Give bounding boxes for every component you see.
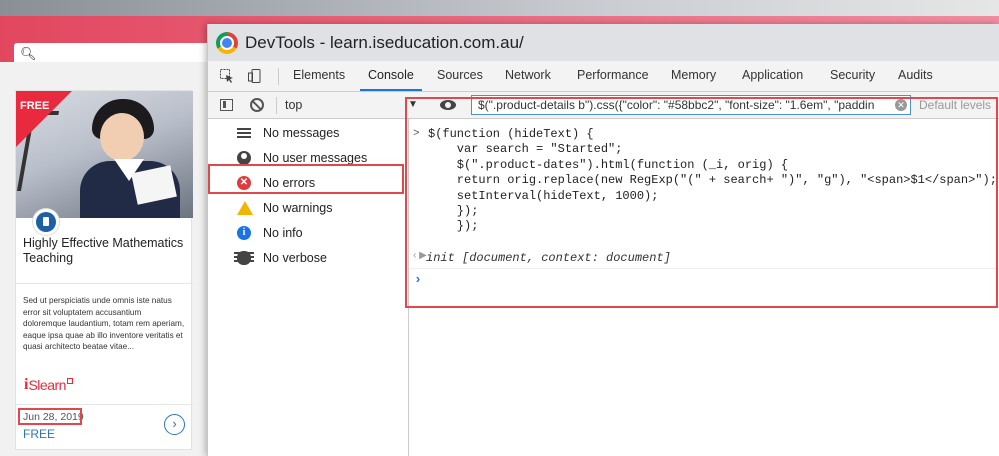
sidebar-toggle-icon[interactable]	[220, 99, 233, 111]
window-title: DevTools - learn.iseducation.com.au/	[245, 33, 524, 52]
user-icon	[237, 151, 251, 165]
sidebar-item-label: No info	[263, 226, 303, 240]
course-card[interactable]: FREE Highly Effective Mathematics Teachi…	[15, 90, 193, 450]
sidebar-item-label: No user messages	[263, 151, 368, 165]
devtools-titlebar: DevTools - learn.iseducation.com.au/	[208, 24, 999, 61]
bug-icon	[234, 251, 254, 265]
document-icon	[36, 212, 56, 232]
tab-security[interactable]: Security	[830, 68, 875, 82]
sidebar-item-warnings[interactable]: No warnings	[208, 196, 409, 221]
info-icon: i	[237, 226, 251, 240]
context-selector[interactable]: top	[285, 98, 302, 112]
active-tab-indicator	[360, 89, 422, 91]
console-highlight-box	[405, 97, 998, 308]
logo-text: Slearn	[28, 377, 66, 393]
clear-console-icon[interactable]	[250, 98, 264, 112]
warning-icon	[237, 201, 253, 215]
browser-top-band	[0, 0, 999, 16]
course-title[interactable]: Highly Effective Mathematics Teaching	[23, 236, 188, 266]
sidebar-item-label: No verbose	[263, 251, 327, 265]
course-image: FREE	[16, 91, 193, 218]
course-badge-icon	[33, 209, 59, 235]
sidebar-item-verbose[interactable]: No verbose	[208, 246, 409, 271]
inspect-element-icon[interactable]	[220, 69, 234, 83]
screenshot: 🔍︎ FREE Highly Effective Mathematics Tea…	[0, 0, 999, 456]
tab-console[interactable]: Console	[368, 68, 414, 82]
ribbon-label: FREE	[20, 100, 50, 112]
tab-audits[interactable]: Audits	[898, 68, 933, 82]
sidebar-item-info[interactable]: i No info	[208, 221, 409, 246]
divider	[16, 283, 193, 284]
tab-memory[interactable]: Memory	[671, 68, 716, 82]
separator	[278, 68, 279, 85]
sidebar-item-messages[interactable]: No messages	[208, 121, 409, 146]
separator	[276, 97, 277, 114]
tab-network[interactable]: Network	[505, 68, 551, 82]
chevron-right-icon[interactable]: ›	[164, 414, 185, 435]
console-sidebar: No messages No user messages ✕ No errors…	[208, 119, 409, 456]
date-highlight-box	[18, 408, 82, 425]
chrome-icon	[216, 32, 238, 54]
sidebar-item-label: No messages	[263, 126, 340, 140]
errors-highlight-box	[208, 164, 404, 194]
site-page: FREE Highly Effective Mathematics Teachi…	[0, 62, 210, 456]
tab-performance[interactable]: Performance	[577, 68, 649, 82]
course-description: Sed ut perspiciatis unde omnis iste natu…	[23, 296, 185, 352]
logo-square	[66, 378, 73, 384]
device-toolbar-icon[interactable]	[248, 69, 262, 83]
face-shape	[100, 113, 144, 161]
search-icon: 🔍︎	[20, 46, 37, 61]
tab-application[interactable]: Application	[742, 68, 803, 82]
islearn-logo: i Slearn	[24, 375, 73, 395]
list-icon	[237, 126, 251, 140]
divider	[16, 404, 193, 405]
tab-sources[interactable]: Sources	[437, 68, 483, 82]
sidebar-item-label: No warnings	[263, 201, 333, 215]
tab-elements[interactable]: Elements	[293, 68, 345, 82]
devtools-tabbar: Elements Console Sources Network Perform…	[208, 61, 999, 92]
course-price: FREE	[23, 427, 56, 441]
